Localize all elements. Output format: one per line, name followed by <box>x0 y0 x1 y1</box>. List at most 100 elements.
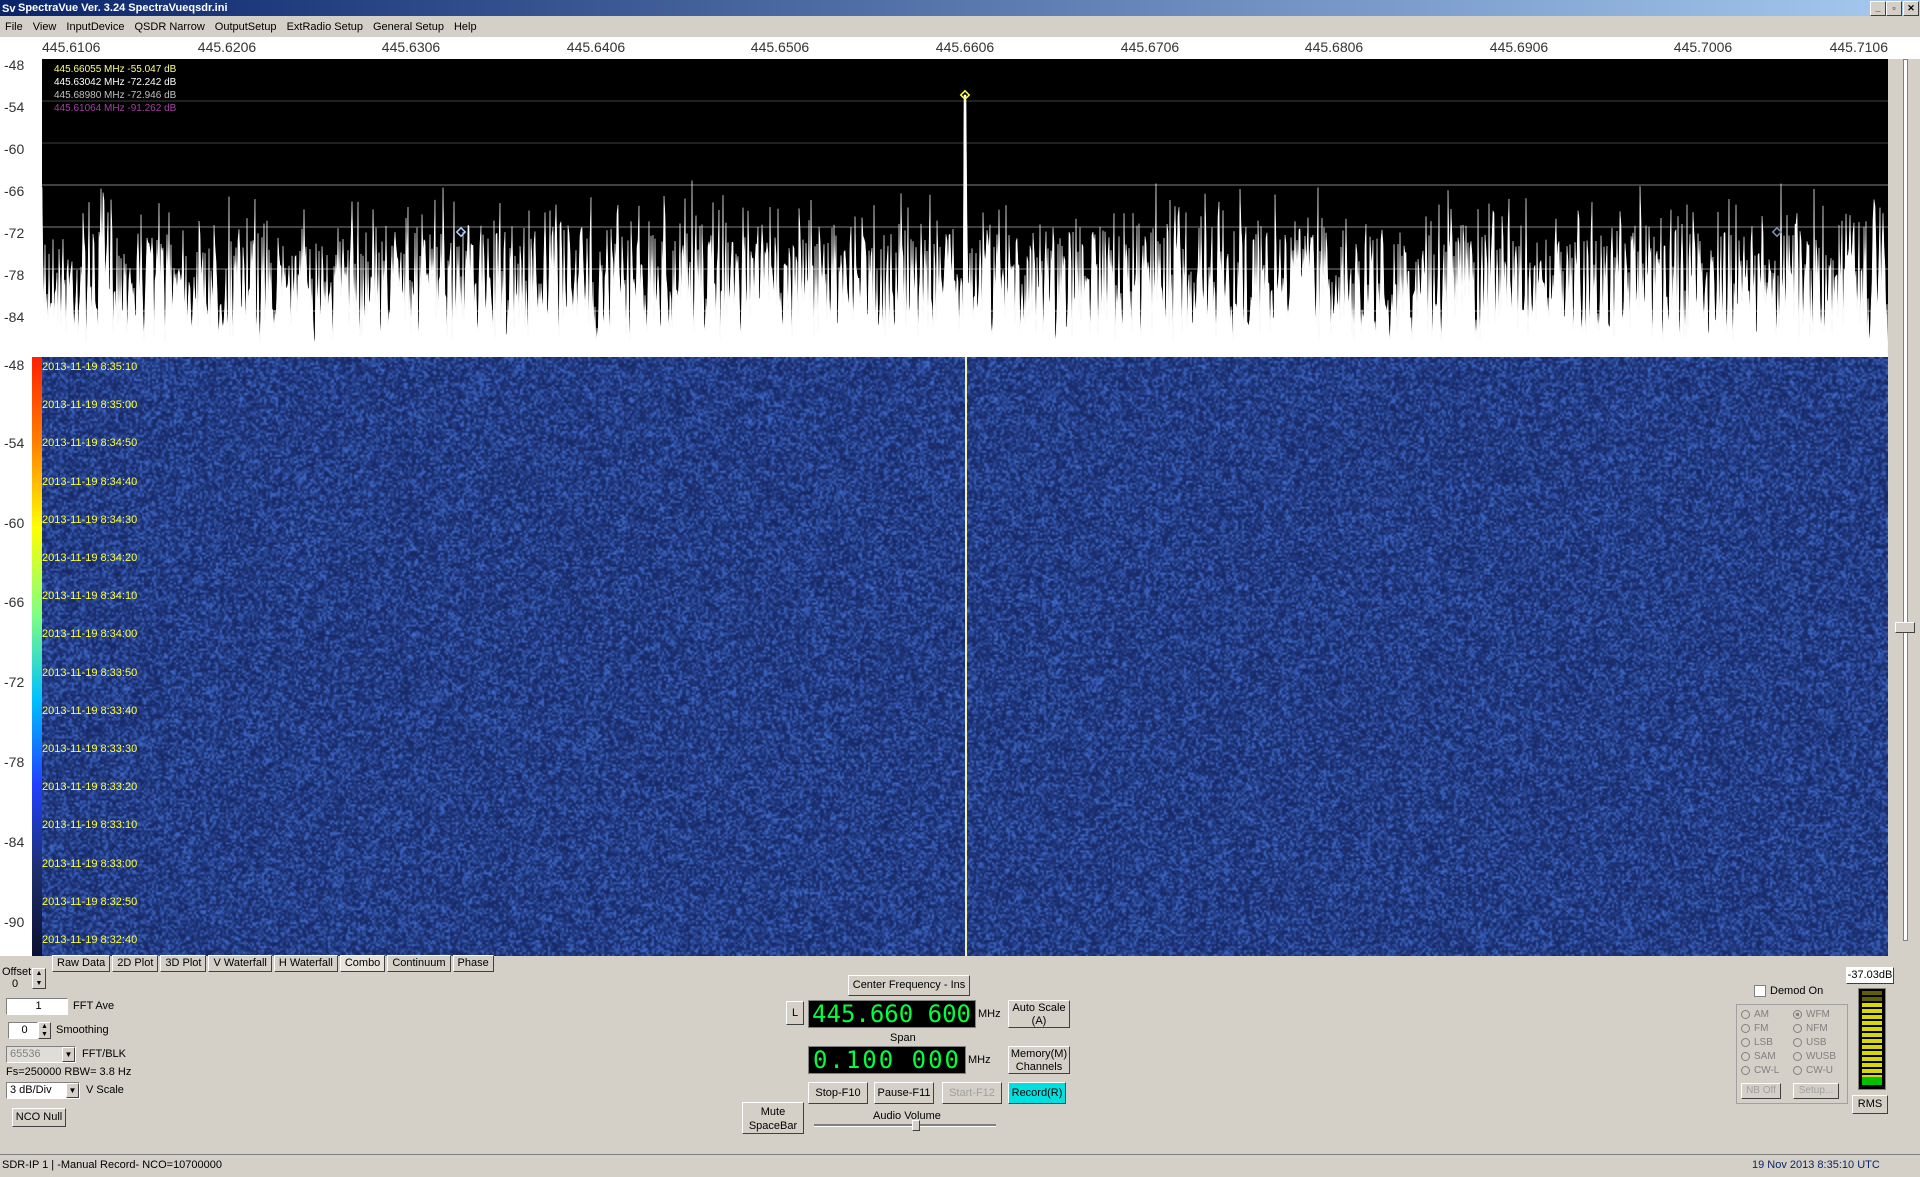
waterfall-db-tick: -60 <box>4 515 25 531</box>
mode-cw-u[interactable]: CW-U <box>1793 1065 1833 1076</box>
center-frequency-display[interactable]: 445.660 600 <box>808 1000 976 1028</box>
fft-blk-label: FFT/BLK <box>82 1048 127 1060</box>
fft-blk-dropdown-icon[interactable]: ▼ <box>62 1047 75 1062</box>
tab-combo[interactable]: Combo <box>339 955 386 972</box>
audio-volume-thumb[interactable] <box>912 1120 920 1131</box>
nco-null-button[interactable]: NCO Null <box>12 1108 66 1127</box>
spectrum-plot[interactable]: 445.66055 MHz -55.047 dB 445.63042 MHz -… <box>42 59 1888 357</box>
freq-tick: 445.6406 <box>566 39 626 55</box>
waterfall-timestamp: 2013-11-19 8:33:00 <box>42 857 138 870</box>
spectrum-db-tick: -72 <box>4 225 25 241</box>
mode-sam[interactable]: SAM <box>1741 1051 1776 1062</box>
tab-continuum[interactable]: Continuum <box>387 955 451 972</box>
nb-off-button[interactable]: NB Off <box>1741 1083 1781 1099</box>
center-frequency-button[interactable]: Center Frequency - Ins <box>848 975 970 996</box>
vscale-dropdown-icon[interactable]: ▼ <box>66 1083 79 1098</box>
waterfall-colorbar <box>32 357 42 956</box>
signal-level-readout: -37.03dB <box>1846 967 1894 984</box>
level-slider-thumb[interactable] <box>1895 622 1915 633</box>
marker-readout: 445.63042 MHz -72.242 dB <box>54 77 177 88</box>
mode-am[interactable]: AM <box>1741 1009 1769 1020</box>
start-button[interactable]: Start-F12 <box>942 1082 1002 1104</box>
memory-channels-button[interactable]: Memory(M) Channels <box>1008 1046 1070 1074</box>
span-unit: MHz <box>968 1054 991 1066</box>
mode-lsb[interactable]: LSB <box>1741 1037 1773 1048</box>
waterfall-timestamp: 2013-11-19 8:33:10 <box>42 819 138 832</box>
menu-help[interactable]: Help <box>449 17 482 37</box>
mute-button[interactable]: Mute SpaceBar <box>742 1102 804 1134</box>
close-button[interactable]: ✕ <box>1903 1 1919 16</box>
view-tabs: Raw Data 2D Plot 3D Plot V Waterfall H Water… <box>52 955 496 972</box>
maximize-button[interactable]: ▫ <box>1886 1 1902 16</box>
menu-general-setup[interactable]: General Setup <box>368 17 449 37</box>
offset-spinner[interactable]: ▲ ▼ <box>32 968 46 989</box>
app-icon: Sv <box>2 3 16 15</box>
fft-ave-input[interactable]: 1 <box>6 998 68 1015</box>
spectrum-trace <box>42 89 1888 357</box>
status-bar: SDR-IP 1 | -Manual Record- NCO=10700000 … <box>0 1154 1920 1177</box>
auto-scale-button[interactable]: Auto Scale (A) <box>1008 1000 1070 1028</box>
menu-inputdevice[interactable]: InputDevice <box>61 17 129 37</box>
freq-tick: 445.6306 <box>381 39 441 55</box>
minimize-button[interactable]: _ <box>1870 1 1886 16</box>
pause-button[interactable]: Pause-F11 <box>874 1082 934 1104</box>
tab-v-waterfall[interactable]: V Waterfall <box>208 955 272 972</box>
mode-usb[interactable]: USB <box>1793 1037 1827 1048</box>
audio-volume-track <box>814 1124 996 1127</box>
offset-value: 0 <box>12 978 19 990</box>
span-display[interactable]: 0.100 000 <box>808 1046 966 1074</box>
freq-tick: 445.6906 <box>1489 39 1549 55</box>
right-panel-scroll <box>1889 59 1920 956</box>
freq-tick: 445.6706 <box>1120 39 1180 55</box>
menu-extradio-setup[interactable]: ExtRadio Setup <box>282 17 368 37</box>
stop-button[interactable]: Stop-F10 <box>808 1082 868 1104</box>
waterfall-display[interactable] <box>42 357 1888 956</box>
marker-readout: 445.68980 MHz -72.946 dB <box>54 90 177 101</box>
tab-2d-plot[interactable]: 2D Plot <box>112 955 159 972</box>
offset-label: Offset <box>2 966 32 978</box>
demod-on-checkbox[interactable] <box>1754 985 1766 997</box>
marker-diamond <box>1771 226 1783 238</box>
tab-3d-plot[interactable]: 3D Plot <box>160 955 207 972</box>
menu-view[interactable]: View <box>28 17 62 37</box>
status-datetime: 19 Nov 2013 8:35:10 UTC <box>1752 1159 1880 1171</box>
mode-cw-l[interactable]: CW-L <box>1741 1065 1779 1076</box>
marker-readout: 445.66055 MHz -55.047 dB <box>54 64 177 75</box>
spectrum-db-tick: -48 <box>4 57 25 73</box>
demod-setup-button[interactable]: Setup... <box>1793 1083 1839 1099</box>
audio-volume-label: Audio Volume <box>873 1110 941 1122</box>
mode-wfm[interactable]: WFM <box>1793 1009 1830 1020</box>
frequency-axis: 445.6106 445.6206 445.6306 445.6406 445.… <box>0 37 1920 59</box>
vscale-label: V Scale <box>86 1084 124 1096</box>
window-title: SpectraVue Ver. 3.24 SpectraVueqsdr.ini <box>18 2 228 14</box>
title-bar: Sv SpectraVue Ver. 3.24 SpectraVueqsdr.in… <box>0 0 1920 16</box>
demod-on-label: Demod On <box>1770 985 1824 997</box>
rms-button[interactable]: RMS <box>1852 1095 1888 1114</box>
record-button[interactable]: Record(R) <box>1008 1082 1066 1104</box>
lock-button[interactable]: L <box>786 1001 804 1025</box>
waterfall-db-tick: -54 <box>4 435 25 451</box>
menu-file[interactable]: File <box>0 17 28 37</box>
freq-tick: 445.7106 <box>1829 39 1888 55</box>
waterfall-timestamp: 2013-11-19 8:34:10 <box>42 590 138 603</box>
menu-qsdr-narrow[interactable]: QSDR Narrow <box>129 17 209 37</box>
fft-ave-label: FFT Ave <box>73 1000 115 1012</box>
waterfall-timestamp: 2013-11-19 8:33:30 <box>42 743 138 755</box>
freq-tick: 445.6506 <box>750 39 810 55</box>
tuning-line <box>965 357 967 956</box>
waterfall-db-tick: -84 <box>4 834 25 850</box>
demod-mode-group: AM FM LSB SAM CW-L WFM NFM USB WUSB CW-U… <box>1736 1004 1848 1104</box>
smoothing-spinner[interactable]: ▲ ▼ <box>38 1022 51 1039</box>
smoothing-label: Smoothing <box>56 1024 109 1036</box>
waterfall-timestamp: 2013-11-19 8:34:20 <box>42 552 138 564</box>
waterfall-timestamp: 2013-11-19 8:32:50 <box>42 895 138 908</box>
tab-phase[interactable]: Phase <box>452 955 494 972</box>
menu-outputsetup[interactable]: OutputSetup <box>210 17 282 37</box>
smoothing-input[interactable]: 0 <box>8 1022 38 1039</box>
tab-raw-data[interactable]: Raw Data <box>52 955 111 972</box>
tab-h-waterfall[interactable]: H Waterfall <box>273 955 338 972</box>
level-slider-track <box>1903 59 1908 941</box>
mode-fm[interactable]: FM <box>1741 1023 1768 1034</box>
mode-nfm[interactable]: NFM <box>1793 1023 1828 1034</box>
mode-wusb[interactable]: WUSB <box>1793 1051 1836 1062</box>
